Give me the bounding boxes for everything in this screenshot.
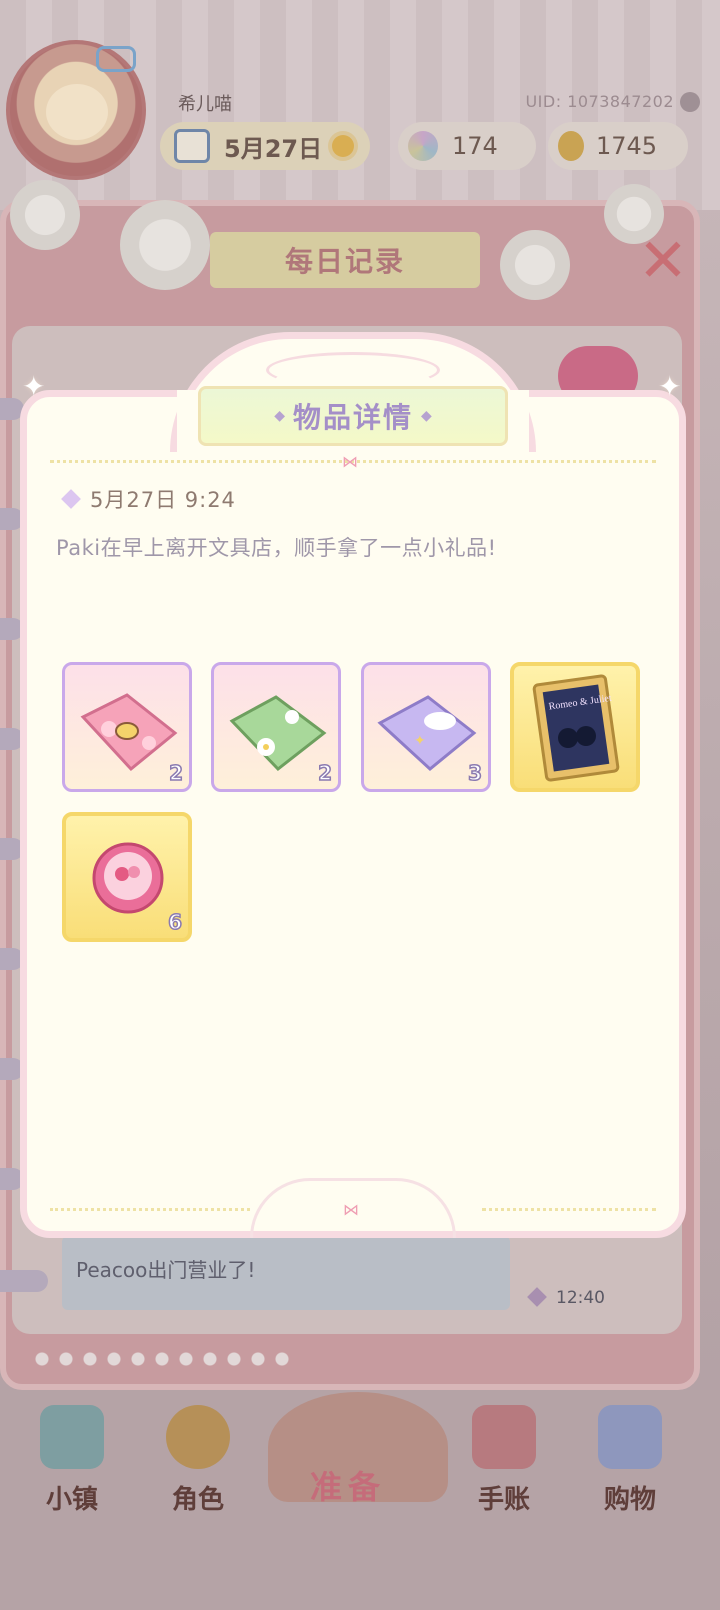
nav-town[interactable]: 小镇 [22, 1405, 122, 1525]
calendar-icon [174, 129, 210, 163]
journal-entry-time: 12:40 [556, 1288, 605, 1308]
item-quantity: 3 [467, 760, 482, 786]
sparkle-icon: ✦ [22, 370, 46, 403]
nav-character[interactable]: 角色 [148, 1405, 248, 1525]
coin-icon [558, 131, 584, 161]
rose-decoration [10, 180, 80, 250]
item-slot-romeo-juliet-book[interactable]: Romeo & Juliet [510, 662, 640, 792]
nav-shop[interactable]: 购物 [580, 1405, 680, 1525]
divider [482, 1208, 656, 1211]
journal-title: 每日记录 [210, 232, 480, 288]
divider [50, 1208, 250, 1211]
player-uid: UID: 1073847202 [525, 92, 674, 111]
copy-icon[interactable] [680, 92, 700, 112]
nav-character-label: 角色 [171, 1485, 224, 1515]
close-icon[interactable]: ✕ [636, 231, 690, 291]
item-slot-pink-badge[interactable]: 6 [62, 812, 192, 942]
item-slot-purple-cloud-handkerchief[interactable]: ✦ 3 [361, 662, 491, 792]
gem-counter[interactable]: 174 [398, 122, 536, 170]
nav-town-label: 小镇 [45, 1485, 98, 1515]
coin-value: 1745 [596, 132, 658, 160]
item-quantity: 6 [167, 909, 182, 935]
nav-prepare-label: 准备 [310, 1468, 387, 1506]
journal-entry-text: Peacoo出门营业了! [76, 1258, 256, 1282]
sparkle-icon: ✦ [658, 370, 682, 403]
crown-ornament [266, 352, 440, 388]
modal-title-ribbon: ◆ 物品详情 ◆ [198, 386, 508, 446]
bow-icon: ⋈ [342, 452, 358, 471]
nav-shop-label: 购物 [603, 1485, 656, 1515]
avatar[interactable] [6, 40, 146, 180]
item-quantity: 2 [317, 760, 332, 786]
item-detail-modal: ✦ ✦ ◆ 物品详情 ◆ ⋈ 5月27日 9:24 Paki在早上离开文具店，顺… [20, 332, 686, 1238]
pearl-decoration [30, 1348, 290, 1370]
modal-title: 物品详情 [292, 401, 413, 434]
item-quantity: 2 [168, 760, 183, 786]
gem-value: 174 [452, 132, 498, 160]
rose-decoration [120, 200, 210, 290]
date-display: 5月27日 [160, 122, 370, 170]
bow-icon [96, 46, 136, 72]
shopping-bag-icon [598, 1405, 662, 1469]
sun-icon [332, 135, 355, 157]
avatar-face [46, 84, 108, 140]
journal-book-icon [472, 1405, 536, 1469]
svg-text:✦: ✦ [414, 733, 426, 749]
book-icon: Romeo & Juliet [532, 674, 620, 782]
item-slot-green-flower-handkerchief[interactable]: 2 [211, 662, 341, 792]
date-value: 5月27日 [224, 134, 323, 163]
dot-icon: ◆ [274, 408, 285, 424]
event-description: Paki在早上离开文具店，顺手拿了一点小礼品! [56, 536, 497, 560]
bow-icon: ⋈ [343, 1200, 359, 1219]
player-nickname: 希儿喵 [178, 94, 232, 115]
rose-decoration [500, 230, 570, 300]
nav-journal[interactable]: 手账 [454, 1405, 554, 1525]
coin-counter[interactable]: 1745 [548, 122, 688, 170]
item-slot-pink-bee-handkerchief[interactable]: 2 [62, 662, 192, 792]
side-tab [0, 1270, 48, 1292]
gem-icon [408, 131, 438, 161]
event-timestamp: 5月27日 9:24 [90, 488, 236, 512]
dot-icon: ◆ [421, 408, 432, 424]
map-icon [40, 1405, 104, 1469]
nav-journal-label: 手账 [477, 1485, 530, 1515]
character-icon [166, 1405, 230, 1469]
